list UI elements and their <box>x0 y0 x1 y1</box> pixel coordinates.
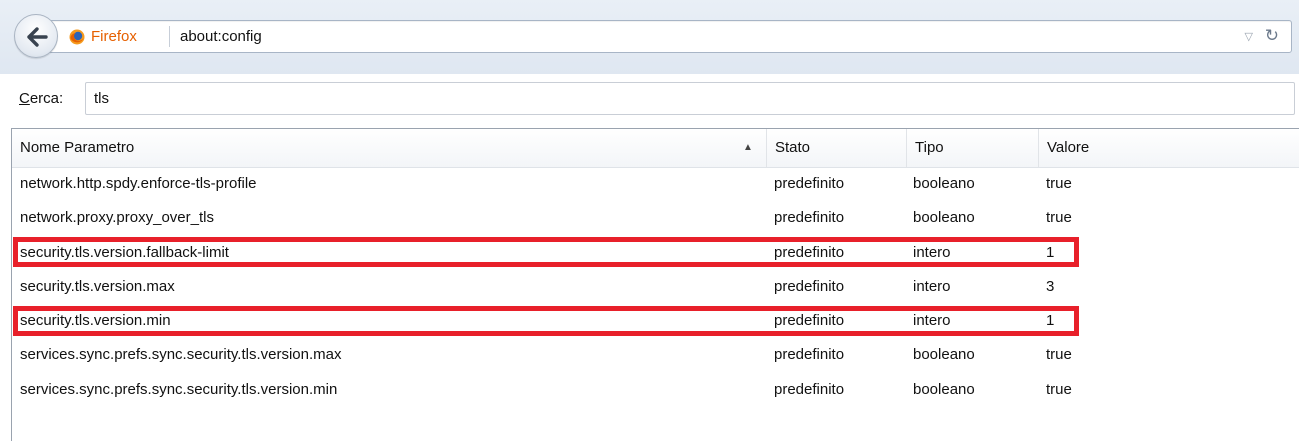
table-row[interactable]: security.tls.version.min predefinito int… <box>12 304 1299 338</box>
back-button[interactable] <box>14 14 58 58</box>
column-header-stato[interactable]: Stato <box>766 129 906 167</box>
pref-name: network.http.spdy.enforce-tls-profile <box>20 175 257 192</box>
table-header: Nome Parametro ▲ Stato Tipo Valore <box>12 129 1299 168</box>
sort-ascending-icon: ▲ <box>743 142 753 153</box>
table-row[interactable]: services.sync.prefs.sync.security.tls.ve… <box>12 373 1299 407</box>
table-row[interactable]: network.proxy.proxy_over_tls predefinito… <box>12 201 1299 235</box>
pref-value: true <box>1046 175 1072 192</box>
search-input[interactable] <box>85 82 1295 115</box>
search-label-accesskey: C <box>19 90 30 107</box>
column-header-stato-label: Stato <box>775 139 811 156</box>
pref-name: services.sync.prefs.sync.security.tls.ve… <box>20 346 342 364</box>
pref-name: security.tls.version.max <box>20 277 175 295</box>
navigation-toolbar: Firefox about:config ▽ ↻ <box>0 0 1299 74</box>
table-row[interactable]: network.http.spdy.enforce-tls-profile pr… <box>12 167 1299 201</box>
pref-name: services.sync.prefs.sync.security.tls.ve… <box>20 380 338 398</box>
column-header-name[interactable]: Nome Parametro <box>12 129 766 167</box>
reload-icon[interactable]: ↻ <box>1265 26 1279 46</box>
firefox-logo-icon <box>69 29 85 44</box>
pref-name: security.tls.version.fallback-limit <box>20 243 229 261</box>
pref-status: predefinito <box>774 209 845 227</box>
pref-type: intero <box>913 277 951 295</box>
history-dropdown-icon[interactable]: ▽ <box>1245 30 1253 43</box>
table-row[interactable]: services.sync.prefs.sync.security.tls.ve… <box>12 338 1299 372</box>
url-bar[interactable]: Firefox about:config ▽ ↻ <box>38 20 1292 53</box>
pref-value: true <box>1046 209 1072 227</box>
table-row[interactable]: security.tls.version.fallback-limit pred… <box>12 236 1299 270</box>
search-label: Cerca: <box>19 77 63 121</box>
pref-status: predefinito <box>774 175 845 192</box>
preferences-table: Nome Parametro ▲ Stato Tipo Valore netwo… <box>11 128 1299 441</box>
back-arrow-icon <box>27 27 48 47</box>
table-row[interactable]: security.tls.version.max predefinito int… <box>12 270 1299 304</box>
pref-type: booleano <box>913 175 975 192</box>
pref-type: booleano <box>913 209 975 227</box>
pref-status: predefinito <box>774 277 845 295</box>
column-header-valore[interactable]: Valore <box>1038 129 1299 167</box>
pref-type: booleano <box>913 346 975 364</box>
pref-value: 1 <box>1046 243 1055 261</box>
url-text[interactable]: about:config <box>180 21 262 52</box>
pref-name: security.tls.version.min <box>20 312 171 330</box>
search-label-rest: erca: <box>29 90 64 107</box>
table-body: network.http.spdy.enforce-tls-profile pr… <box>12 167 1299 407</box>
column-header-valore-label: Valore <box>1047 139 1090 156</box>
pref-status: predefinito <box>774 346 845 364</box>
pref-status: predefinito <box>774 380 845 398</box>
pref-value: true <box>1046 346 1072 364</box>
pref-status: predefinito <box>774 243 845 261</box>
pref-value: true <box>1046 380 1072 398</box>
column-header-name-label: Nome Parametro <box>20 139 135 156</box>
pref-type: intero <box>913 312 951 330</box>
identity-label: Firefox <box>91 28 137 45</box>
site-identity[interactable]: Firefox <box>69 21 137 52</box>
pref-name: network.proxy.proxy_over_tls <box>20 209 214 227</box>
column-header-tipo[interactable]: Tipo <box>906 129 1038 167</box>
pref-type: intero <box>913 243 951 261</box>
search-row: Cerca: <box>0 77 1299 121</box>
pref-value: 3 <box>1046 277 1055 295</box>
url-divider <box>169 26 170 47</box>
pref-value: 1 <box>1046 312 1055 330</box>
column-header-tipo-label: Tipo <box>915 139 944 156</box>
pref-status: predefinito <box>774 312 845 330</box>
pref-type: booleano <box>913 380 975 398</box>
